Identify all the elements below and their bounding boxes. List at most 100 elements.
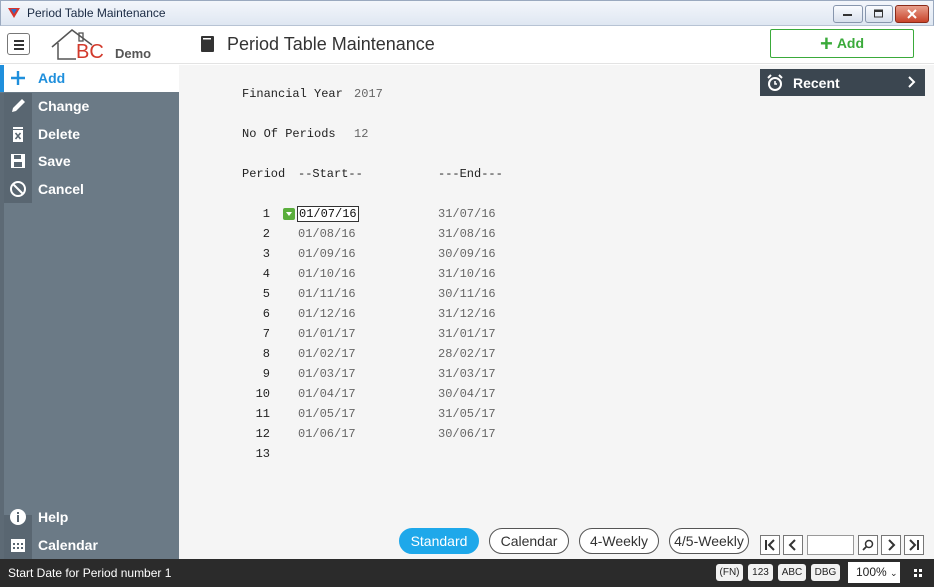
period-number: 3 xyxy=(262,247,270,261)
trash-icon xyxy=(13,127,23,142)
book-icon xyxy=(201,36,214,52)
period-start-date[interactable]: 01/07/16 xyxy=(297,206,359,222)
minimize-button[interactable] xyxy=(833,5,863,23)
search-icon xyxy=(862,539,874,551)
hamburger-menu-button[interactable] xyxy=(7,33,30,55)
numlock-indicator[interactable]: 123 xyxy=(748,564,773,581)
period-number: 10 xyxy=(255,387,270,401)
floppy-icon xyxy=(11,154,25,168)
sidebar-item-save[interactable]: Save xyxy=(4,148,179,175)
period-start-date[interactable]: 01/10/16 xyxy=(298,267,356,281)
maximize-button[interactable] xyxy=(865,5,893,23)
recent-panel-button[interactable]: Recent xyxy=(760,69,925,96)
grid-icon[interactable] xyxy=(914,569,922,577)
mode-4weekly-button[interactable]: 4-Weekly xyxy=(579,528,659,554)
sidebar-item-cancel[interactable]: Cancel xyxy=(4,176,179,203)
previous-record-button[interactable] xyxy=(783,535,803,555)
company-logo: BC xyxy=(50,27,110,63)
record-search-input[interactable] xyxy=(807,535,854,555)
app-header: BC Demo Period Table Maintenance + Add xyxy=(0,27,934,64)
period-start-date[interactable]: 01/12/16 xyxy=(298,307,356,321)
close-button[interactable] xyxy=(895,5,929,23)
sidebar-item-delete[interactable]: Delete xyxy=(4,121,179,148)
status-bar: Start Date for Period number 1 (FN) 123 … xyxy=(0,559,934,587)
last-record-button[interactable] xyxy=(904,535,924,555)
sidebar-item-help[interactable]: Help xyxy=(4,504,179,531)
calendar-icon xyxy=(11,539,25,552)
page-title: Period Table Maintenance xyxy=(227,34,435,54)
close-icon xyxy=(907,9,917,19)
window-title: Period Table Maintenance xyxy=(27,6,166,20)
sidebar-item-label: Change xyxy=(38,98,90,114)
chevron-left-icon xyxy=(788,539,796,551)
period-end-date[interactable]: 31/08/16 xyxy=(438,227,496,241)
period-number: 11 xyxy=(255,407,270,421)
period-start-date[interactable]: 01/04/17 xyxy=(298,387,356,401)
recent-label: Recent xyxy=(793,75,840,91)
pencil-icon xyxy=(12,99,25,112)
period-end-date[interactable]: 31/12/16 xyxy=(438,307,496,321)
period-start-date[interactable]: 01/08/16 xyxy=(298,227,356,241)
hamburger-icon xyxy=(14,40,24,50)
mode-calendar-button[interactable]: Calendar xyxy=(489,528,569,554)
debug-indicator[interactable]: DBG xyxy=(811,564,840,581)
app-icon xyxy=(8,8,20,18)
period-number: 6 xyxy=(262,307,270,321)
plus-icon: + xyxy=(819,31,833,56)
sidebar-item-label: Calendar xyxy=(38,537,98,553)
end-column-header: ---End--- xyxy=(438,167,503,181)
zoom-value: 100% xyxy=(856,565,887,579)
sidebar-item-change[interactable]: Change xyxy=(4,93,179,120)
sidebar-item-label: Delete xyxy=(38,126,81,142)
sidebar-item-label: Help xyxy=(38,509,69,525)
period-number: 5 xyxy=(262,287,270,301)
sidebar-item-label: Add xyxy=(38,70,66,86)
period-number: 13 xyxy=(255,447,270,461)
period-number: 1 xyxy=(262,207,270,221)
period-end-date[interactable]: 31/10/16 xyxy=(438,267,496,281)
next-record-button[interactable] xyxy=(881,535,901,555)
period-start-date[interactable]: 01/06/17 xyxy=(298,427,356,441)
period-end-date[interactable]: 28/02/17 xyxy=(438,347,496,361)
sidebar-item-calendar[interactable]: Calendar xyxy=(4,532,179,559)
search-button[interactable] xyxy=(858,535,878,555)
sidebar-item-add[interactable]: Add xyxy=(4,65,179,92)
financial-year-value[interactable]: 2017 xyxy=(354,87,383,101)
fn-indicator[interactable]: (FN) xyxy=(716,564,743,581)
chevron-down-icon: ⌄ xyxy=(890,568,898,578)
capslock-indicator[interactable]: ABC xyxy=(778,564,806,581)
period-start-date[interactable]: 01/01/17 xyxy=(298,327,356,341)
period-end-date[interactable]: 31/01/17 xyxy=(438,327,496,341)
period-end-date[interactable]: 30/11/16 xyxy=(438,287,496,301)
period-end-date[interactable]: 31/03/17 xyxy=(438,367,496,381)
period-start-date[interactable]: 01/09/16 xyxy=(298,247,356,261)
financial-year-label: Financial Year xyxy=(242,87,343,101)
dropdown-icon[interactable] xyxy=(283,208,295,220)
first-record-button[interactable] xyxy=(760,535,780,555)
period-end-date[interactable]: 30/09/16 xyxy=(438,247,496,261)
period-start-date[interactable]: 01/11/16 xyxy=(298,287,356,301)
chevron-right-icon xyxy=(908,76,916,88)
maximize-icon xyxy=(874,9,883,18)
add-button[interactable]: + Add xyxy=(770,29,914,58)
period-start-date[interactable]: 01/05/17 xyxy=(298,407,356,421)
period-number: 2 xyxy=(262,227,270,241)
period-end-date[interactable]: 30/06/17 xyxy=(438,427,496,441)
period-number: 8 xyxy=(262,347,270,361)
period-number: 12 xyxy=(255,427,270,441)
period-start-date[interactable]: 01/02/17 xyxy=(298,347,356,361)
period-end-date[interactable]: 31/05/17 xyxy=(438,407,496,421)
plus-icon xyxy=(11,71,25,85)
mode-45weekly-button[interactable]: 4/5-Weekly xyxy=(669,528,749,554)
add-button-label: Add xyxy=(836,35,865,51)
period-number: 7 xyxy=(262,327,270,341)
mode-standard-button[interactable]: Standard xyxy=(399,528,479,554)
zoom-select[interactable]: 100% ⌄ xyxy=(848,562,900,583)
first-icon xyxy=(765,539,775,551)
period-end-date[interactable]: 30/04/17 xyxy=(438,387,496,401)
period-end-date[interactable]: 31/07/16 xyxy=(438,207,496,221)
chevron-right-icon xyxy=(888,539,896,551)
minimize-icon xyxy=(843,14,852,16)
period-start-date[interactable]: 01/03/17 xyxy=(298,367,356,381)
num-periods-value[interactable]: 12 xyxy=(354,127,368,141)
